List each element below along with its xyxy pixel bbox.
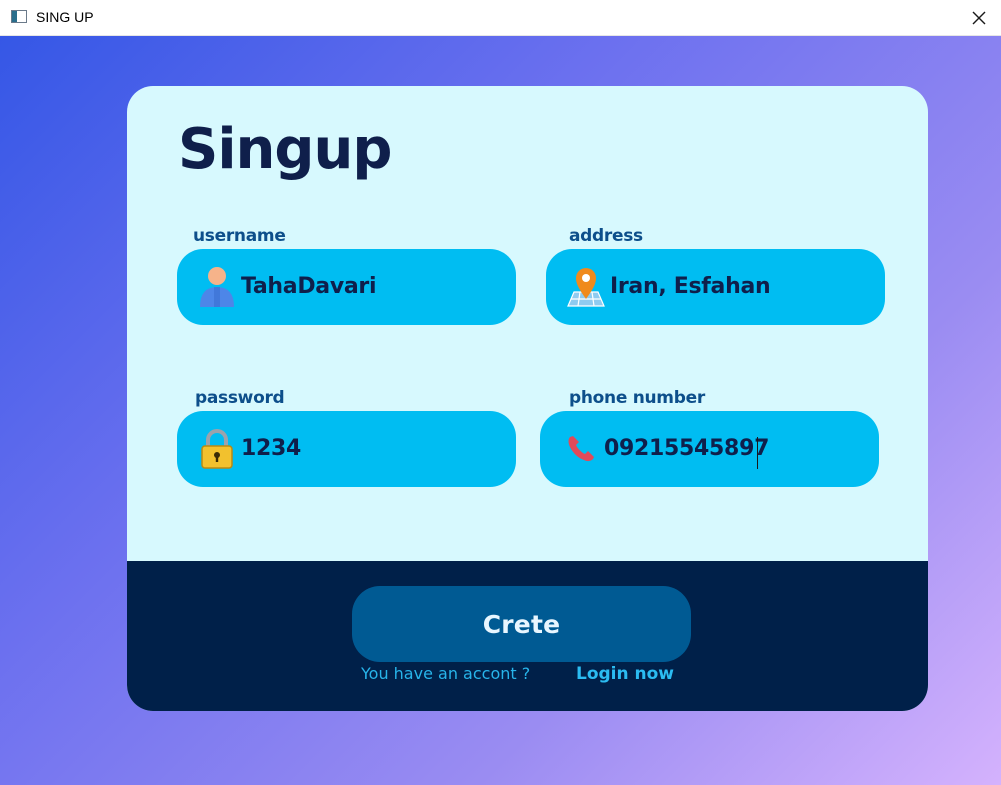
lock-icon xyxy=(201,429,233,469)
phone-icon xyxy=(568,436,594,462)
text-caret xyxy=(757,437,758,469)
form-footer: Crete You have an accont ? Login now xyxy=(127,561,928,711)
phone-input[interactable] xyxy=(604,425,864,471)
signup-window: SING UP Singup username address xyxy=(0,0,1001,785)
close-button[interactable] xyxy=(957,0,1001,35)
window-app-icon xyxy=(11,10,27,23)
username-input[interactable] xyxy=(241,263,501,309)
form-heading: Singup xyxy=(178,117,392,182)
address-field[interactable] xyxy=(546,249,885,325)
phone-field[interactable] xyxy=(540,411,879,487)
password-input[interactable] xyxy=(241,425,501,471)
username-label: username xyxy=(193,226,286,246)
password-field[interactable] xyxy=(177,411,516,487)
address-input[interactable] xyxy=(610,263,870,309)
signup-card: Singup username address xyxy=(127,86,928,711)
username-field[interactable] xyxy=(177,249,516,325)
password-label: password xyxy=(195,388,285,408)
close-icon xyxy=(972,11,986,24)
login-now-link[interactable]: Login now xyxy=(576,664,674,684)
phone-label: phone number xyxy=(569,388,705,408)
user-icon xyxy=(200,267,234,307)
account-prompt: You have an accont ? xyxy=(361,664,531,683)
create-button[interactable]: Crete xyxy=(352,586,691,662)
window-title: SING UP xyxy=(36,9,94,25)
title-bar: SING UP xyxy=(0,0,1001,36)
address-label: address xyxy=(569,226,643,246)
window-content: Singup username address xyxy=(0,36,1001,785)
map-pin-icon xyxy=(567,268,605,307)
